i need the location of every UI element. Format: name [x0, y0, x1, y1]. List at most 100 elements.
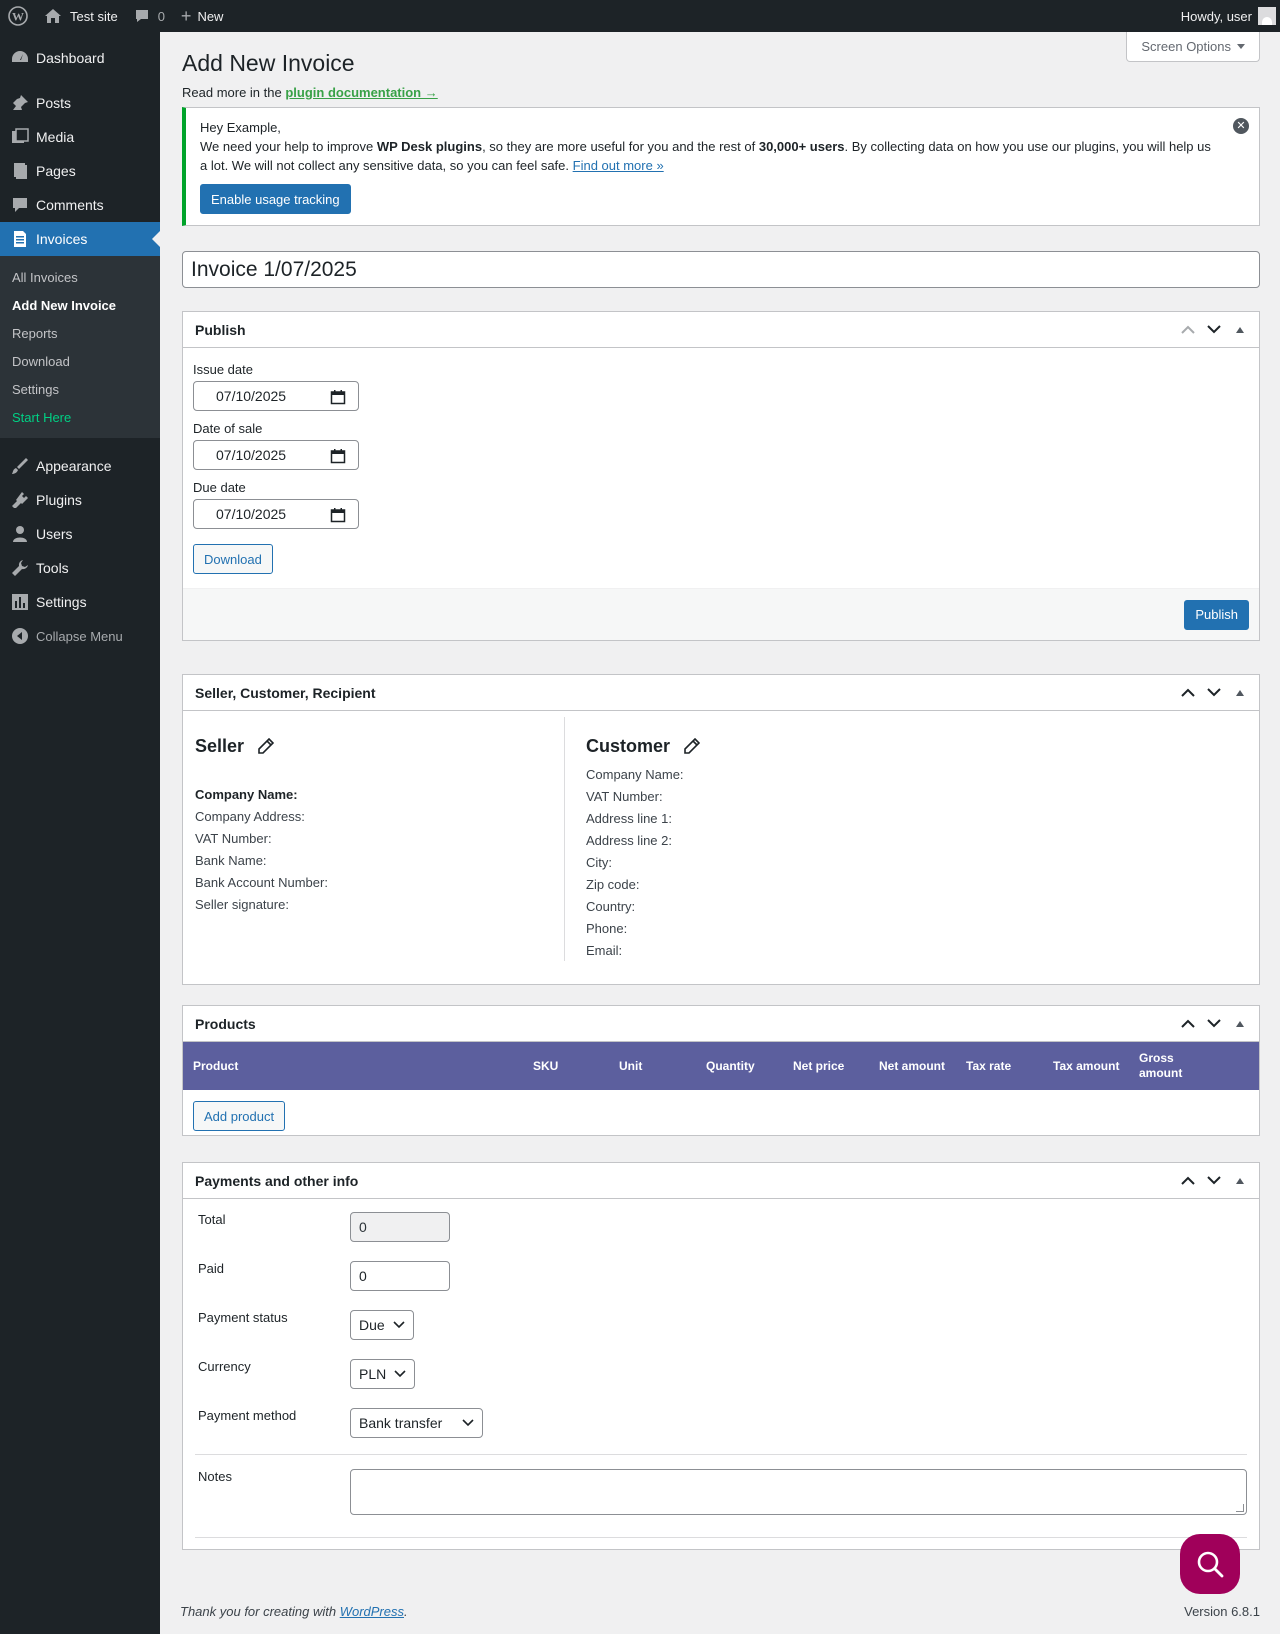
download-button[interactable]: Download: [193, 544, 273, 574]
calendar-icon[interactable]: [330, 448, 346, 467]
comments-link[interactable]: 0: [126, 0, 173, 32]
plugin-documentation-link[interactable]: plugin documentation →: [285, 85, 437, 100]
collapse-menu-button[interactable]: Collapse Menu: [0, 619, 160, 653]
move-up-icon[interactable]: [1175, 1006, 1201, 1042]
payment-method-label: Payment method: [198, 1408, 297, 1423]
due-date-value: 07/10/2025: [216, 506, 287, 522]
payments-box: Payments and other info Total 0 Paid 0 P…: [182, 1162, 1260, 1550]
products-actions: Add product: [183, 1090, 1259, 1142]
calendar-icon[interactable]: [330, 507, 346, 526]
menu-label: Comments: [36, 197, 104, 213]
publish-box-header: Publish: [183, 312, 1259, 348]
menu-pages[interactable]: Pages: [0, 154, 160, 188]
pin-icon: [10, 93, 30, 113]
menu-settings[interactable]: Settings: [0, 585, 160, 619]
pencil-icon[interactable]: [684, 738, 701, 754]
menu-label: Settings: [36, 594, 87, 610]
move-down-icon[interactable]: [1201, 675, 1227, 711]
enable-usage-tracking-button[interactable]: Enable usage tracking: [200, 184, 351, 214]
issue-date-value: 07/10/2025: [216, 388, 287, 404]
comment-bubble-icon: [134, 8, 150, 24]
move-down-icon[interactable]: [1201, 1006, 1227, 1042]
notice-message: We need your help to improve WP Desk plu…: [200, 137, 1219, 175]
notice-bold: WP Desk plugins: [376, 139, 483, 154]
calendar-icon[interactable]: [330, 389, 346, 408]
move-up-icon[interactable]: [1175, 675, 1201, 711]
menu-plugins[interactable]: Plugins: [0, 483, 160, 517]
submenu-reports[interactable]: Reports: [0, 319, 160, 347]
search-icon: [1196, 1550, 1224, 1578]
move-up-icon[interactable]: [1175, 312, 1201, 348]
my-account-link[interactable]: Howdy, user: [1173, 0, 1280, 32]
pencil-icon[interactable]: [258, 738, 275, 754]
submenu-download[interactable]: Download: [0, 347, 160, 375]
sale-date-label: Date of sale: [193, 421, 263, 436]
seller-field: VAT Number:: [195, 830, 272, 846]
products-title: Products: [195, 1015, 256, 1032]
payment-status-row: Payment status Due: [183, 1298, 1259, 1347]
toggle-panel-icon[interactable]: [1227, 1163, 1253, 1199]
user-icon: [10, 524, 30, 544]
total-row: Total 0: [183, 1200, 1259, 1249]
add-product-button[interactable]: Add product: [193, 1101, 286, 1131]
customer-field: VAT Number:: [586, 788, 663, 804]
screen-options-button[interactable]: Screen Options: [1126, 32, 1260, 62]
box-handle-actions: [1175, 675, 1259, 711]
due-date-input[interactable]: 07/10/2025: [193, 499, 359, 529]
currency-select[interactable]: PLN: [350, 1359, 416, 1389]
submenu-all-invoices[interactable]: All Invoices: [0, 263, 160, 291]
menu-comments[interactable]: Comments: [0, 188, 160, 222]
search-help-button[interactable]: [1180, 1534, 1240, 1594]
collapse-arrow-icon: [10, 626, 30, 646]
dismiss-notice-icon[interactable]: ✕: [1233, 118, 1249, 134]
toggle-panel-icon[interactable]: [1227, 1006, 1253, 1042]
issue-date-input[interactable]: 07/10/2025: [193, 381, 359, 411]
wordpress-link[interactable]: WordPress: [340, 1604, 404, 1619]
new-label: New: [197, 8, 224, 24]
wordpress-logo-icon[interactable]: W: [0, 0, 36, 32]
menu-invoices[interactable]: Invoices: [0, 222, 160, 256]
menu-media[interactable]: Media: [0, 120, 160, 154]
paid-field[interactable]: 0: [350, 1261, 450, 1291]
site-name-link[interactable]: Test site: [36, 0, 126, 32]
media-icon: [10, 127, 30, 147]
sale-date-input[interactable]: 07/10/2025: [193, 440, 359, 470]
admin-sidebar: Dashboard Posts Media Pages Comments Inv…: [0, 32, 160, 1634]
submenu-settings[interactable]: Settings: [0, 375, 160, 403]
move-down-icon[interactable]: [1201, 312, 1227, 348]
menu-tools[interactable]: Tools: [0, 551, 160, 585]
read-more-line: Read more in the plugin documentation →: [182, 85, 438, 100]
toggle-panel-icon[interactable]: [1227, 312, 1253, 348]
submenu-add-new-invoice[interactable]: Add New Invoice: [0, 291, 160, 319]
customer-field: Address line 1:: [586, 810, 672, 826]
site-name: Test site: [70, 8, 118, 24]
plus-icon: +: [180, 6, 192, 26]
menu-posts[interactable]: Posts: [0, 86, 160, 120]
box-handle-actions: [1175, 1163, 1259, 1199]
currency-row: Currency PLN: [183, 1347, 1259, 1396]
move-down-icon[interactable]: [1201, 1163, 1227, 1199]
resize-grip-icon[interactable]: [1236, 1504, 1244, 1512]
menu-appearance[interactable]: Appearance: [0, 449, 160, 483]
menu-dashboard[interactable]: Dashboard: [0, 41, 160, 75]
toggle-panel-icon[interactable]: [1227, 675, 1253, 711]
notes-textarea[interactable]: [350, 1469, 1247, 1515]
comment-icon: [10, 195, 30, 215]
sale-date-value: 07/10/2025: [216, 447, 287, 463]
box-handle-actions: [1175, 1006, 1259, 1042]
column-header: Quantity: [706, 1058, 755, 1073]
menu-users[interactable]: Users: [0, 517, 160, 551]
new-content-link[interactable]: + New: [173, 0, 232, 32]
find-out-more-link[interactable]: Find out more »: [573, 158, 664, 173]
payment-method-select[interactable]: Bank transfer: [350, 1408, 483, 1438]
invoice-icon: [10, 229, 30, 249]
invoice-title-input[interactable]: Invoice 1/07/2025: [182, 251, 1260, 288]
menu-label: Invoices: [36, 231, 88, 247]
move-up-icon[interactable]: [1175, 1163, 1201, 1199]
currency-value: PLN: [359, 1366, 387, 1382]
publish-button[interactable]: Publish: [1184, 599, 1249, 630]
read-more-prefix: Read more in the: [182, 85, 282, 100]
payment-status-select[interactable]: Due: [350, 1310, 414, 1340]
seller-field: Seller signature:: [195, 896, 289, 912]
submenu-start-here[interactable]: Start Here: [0, 403, 160, 431]
